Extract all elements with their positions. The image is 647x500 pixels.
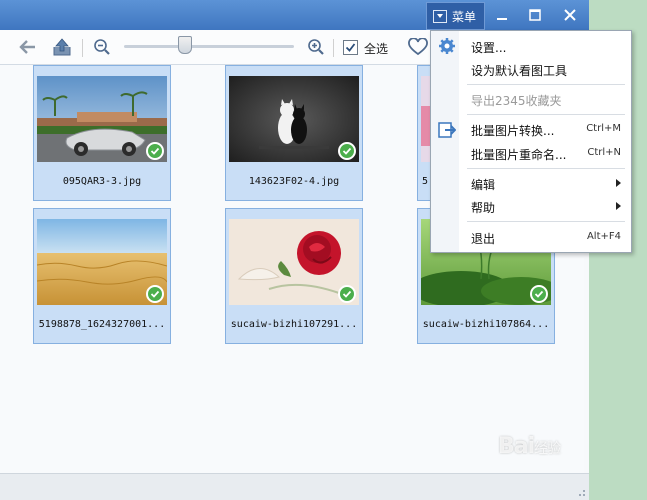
- menu-item-label: 批量图片转换...: [471, 124, 555, 138]
- resize-grip-icon[interactable]: [576, 487, 586, 497]
- export-button[interactable]: [50, 36, 74, 58]
- main-dropdown-menu: 设置... 设为默认看图工具 导出2345收藏夹 批量图片转换... Ctrl+…: [430, 30, 632, 253]
- menu-button-label: 菜单: [451, 9, 476, 24]
- zoom-out-button[interactable]: [92, 37, 112, 57]
- thumbnail-caption: sucaiw-bizhi107864...: [422, 319, 550, 330]
- menu-separator: [467, 221, 625, 222]
- heart-icon: [408, 38, 428, 56]
- check-badge-icon[interactable]: [338, 285, 356, 303]
- menu-item-export-favorites: 导出2345收藏夹: [471, 89, 627, 109]
- favorite-button[interactable]: [407, 37, 429, 57]
- thumbnail-caption: 143623F02-4.jpg: [248, 176, 340, 187]
- menu-item-label: 退出: [471, 232, 496, 246]
- batch-convert-icon: [438, 121, 456, 139]
- menu-item-edit[interactable]: 编辑: [471, 173, 627, 193]
- menu-item-label: 批量图片重命名...: [471, 148, 567, 162]
- status-bar: [0, 473, 589, 500]
- zoom-slider-thumb[interactable]: [177, 36, 192, 54]
- menu-item-label: 帮助: [471, 201, 496, 215]
- menu-item-shortcut: Alt+F4: [586, 231, 621, 242]
- check-badge-icon[interactable]: [146, 142, 164, 160]
- menu-item-label: 编辑: [471, 178, 496, 192]
- menu-item-batch-convert[interactable]: 批量图片转换... Ctrl+M: [471, 119, 627, 139]
- submenu-arrow-icon: [616, 202, 621, 210]
- menu-separator: [467, 84, 625, 85]
- menu-item-set-default-viewer[interactable]: 设为默认看图工具: [471, 59, 627, 79]
- thumbnail-caption: sucaiw-bizhi107291...: [230, 319, 358, 330]
- check-badge-icon[interactable]: [530, 285, 548, 303]
- zoom-in-icon: [308, 39, 324, 55]
- menu-separator: [467, 114, 625, 115]
- menu-item-batch-rename[interactable]: 批量图片重命名... Ctrl+N: [471, 143, 627, 163]
- check-badge-icon[interactable]: [146, 285, 164, 303]
- minimize-icon: [496, 18, 507, 20]
- select-all-label[interactable]: 全选: [364, 40, 388, 57]
- menu-item-settings[interactable]: 设置...: [471, 36, 627, 56]
- close-button[interactable]: [551, 2, 589, 28]
- thumbnail-item[interactable]: 095QAR3-3.jpg: [33, 65, 171, 201]
- menu-item-exit[interactable]: 退出 Alt+F4: [471, 227, 627, 247]
- toolbar-separator: [333, 39, 334, 57]
- thumbnail-caption: 5198878_1624327001...: [38, 319, 166, 330]
- toolbar-separator: [82, 39, 83, 57]
- maximize-icon: [528, 9, 541, 21]
- menu-button[interactable]: 菜单: [425, 2, 485, 30]
- zoom-slider-track[interactable]: [124, 45, 294, 48]
- thumbnail-item[interactable]: sucaiw-bizhi107291...: [225, 208, 363, 344]
- menu-item-shortcut: Ctrl+M: [586, 123, 621, 134]
- menu-item-label: 设为默认看图工具: [471, 64, 568, 78]
- check-badge-icon[interactable]: [338, 142, 356, 160]
- gear-icon: [438, 37, 456, 55]
- minimize-button[interactable]: [485, 2, 518, 28]
- menu-separator: [467, 168, 625, 169]
- back-arrow-icon: [19, 40, 35, 54]
- menu-item-help[interactable]: 帮助: [471, 196, 627, 216]
- menu-icon-gutter: [431, 31, 459, 252]
- watermark-text: Bai: [498, 434, 535, 459]
- select-all-checkbox[interactable]: [343, 40, 358, 55]
- maximize-button[interactable]: [518, 2, 551, 28]
- close-icon: [564, 9, 576, 21]
- export-icon: [53, 38, 71, 56]
- title-bar: 菜单: [0, 0, 589, 30]
- menu-dropdown-icon: [432, 9, 447, 23]
- menu-item-label: 导出2345收藏夹: [471, 94, 562, 108]
- thumbnail-caption: 095QAR3-3.jpg: [62, 176, 142, 187]
- menu-item-label: 设置...: [471, 41, 507, 55]
- thumbnail-item[interactable]: 143623F02-4.jpg: [225, 65, 363, 201]
- menu-item-shortcut: Ctrl+N: [587, 147, 621, 158]
- zoom-in-button[interactable]: [306, 37, 326, 57]
- watermark-suffix: 经验: [534, 441, 561, 457]
- window-controls: 菜单: [425, 2, 589, 30]
- watermark-logo: Bai经验: [498, 434, 561, 459]
- thumbnail-item[interactable]: 5198878_1624327001...: [33, 208, 171, 344]
- zoom-out-icon: [94, 39, 110, 55]
- submenu-arrow-icon: [616, 179, 621, 187]
- back-button[interactable]: [16, 37, 38, 57]
- checkmark-icon: [345, 43, 356, 52]
